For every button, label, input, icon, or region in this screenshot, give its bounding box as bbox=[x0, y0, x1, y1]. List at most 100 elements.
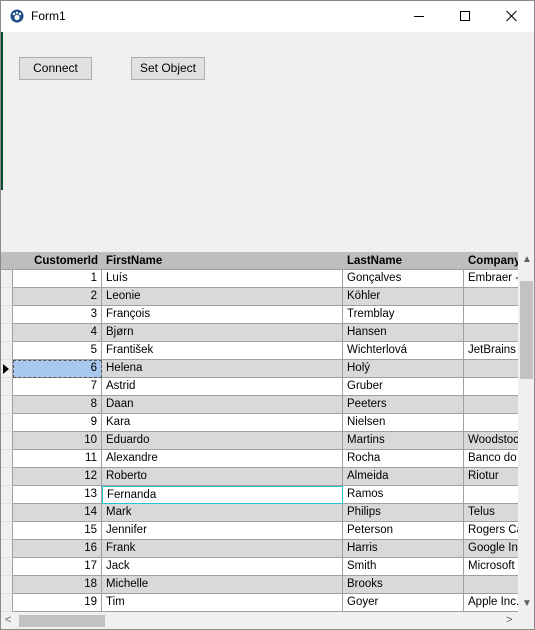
table-row[interactable]: 14 Mark Philips Telus bbox=[1, 504, 518, 522]
cell-customerid[interactable]: 9 bbox=[1, 414, 102, 432]
row-header[interactable] bbox=[1, 324, 13, 342]
row-header[interactable] bbox=[1, 594, 13, 612]
cell-company[interactable] bbox=[464, 288, 518, 306]
cell-customerid[interactable]: 12 bbox=[1, 468, 102, 486]
connect-button[interactable]: Connect bbox=[19, 57, 92, 80]
table-row[interactable]: 7 Astrid Gruber bbox=[1, 378, 518, 396]
set-object-button[interactable]: Set Object bbox=[131, 57, 205, 80]
table-row[interactable]: 16FrankHarrisGoogle Inc. bbox=[1, 540, 518, 558]
cell-customerid[interactable]: 14 bbox=[1, 504, 102, 522]
cell-lastname[interactable]: Almeida bbox=[343, 468, 464, 486]
cell-customerid[interactable]: 1 bbox=[1, 270, 102, 288]
table-row[interactable]: 19 Tim Goyer Apple Inc. bbox=[1, 594, 518, 612]
cell-firstname[interactable]: František bbox=[102, 342, 343, 360]
cell-firstname[interactable]: Michelle bbox=[102, 576, 343, 594]
cell-company[interactable] bbox=[464, 378, 518, 396]
cell-customerid[interactable]: 6 bbox=[13, 360, 102, 378]
scroll-right-icon[interactable]: > bbox=[506, 615, 512, 626]
table-row[interactable]: 13 Fernanda Ramos bbox=[1, 486, 518, 504]
cell-lastname[interactable]: Brooks bbox=[343, 576, 464, 594]
title-bar[interactable]: Form1 bbox=[1, 1, 534, 32]
cell-customerid[interactable]: 3 bbox=[1, 306, 102, 324]
cell-customerid[interactable]: 15 bbox=[1, 522, 102, 540]
row-header[interactable] bbox=[1, 306, 13, 324]
cell-firstname[interactable]: Frank bbox=[102, 540, 343, 558]
cell-firstname[interactable]: Jennifer bbox=[102, 522, 343, 540]
column-header-lastname[interactable]: LastName bbox=[343, 252, 464, 270]
cell-lastname[interactable]: Holý bbox=[343, 360, 464, 378]
cell-company[interactable]: Embraer - Empresa Brasileira bbox=[464, 270, 518, 288]
cell-customerid[interactable]: 7 bbox=[1, 378, 102, 396]
cell-company[interactable] bbox=[464, 576, 518, 594]
cell-lastname[interactable]: Ramos bbox=[343, 486, 464, 504]
table-row[interactable]: 8 Daan Peeters bbox=[1, 396, 518, 414]
cell-firstname[interactable]: Jack bbox=[102, 558, 343, 576]
cell-firstname[interactable]: Tim bbox=[102, 594, 343, 612]
table-row[interactable]: 15JenniferPetersonRogers Canada bbox=[1, 522, 518, 540]
cell-lastname[interactable]: Hansen bbox=[343, 324, 464, 342]
row-header[interactable] bbox=[1, 432, 13, 450]
cell-customerid[interactable]: 8 bbox=[1, 396, 102, 414]
cell-company[interactable]: Microsoft Corporation bbox=[464, 558, 518, 576]
cell-lastname[interactable]: Smith bbox=[343, 558, 464, 576]
row-header[interactable] bbox=[1, 414, 13, 432]
cell-company[interactable]: Riotur bbox=[464, 468, 518, 486]
cell-firstname[interactable]: Astrid bbox=[102, 378, 343, 396]
cell-customerid[interactable]: 13 bbox=[1, 486, 102, 504]
close-button[interactable] bbox=[489, 1, 534, 32]
column-header-customerid[interactable]: CustomerId bbox=[1, 252, 102, 270]
row-header[interactable] bbox=[1, 360, 13, 378]
table-row[interactable]: 3 François Tremblay bbox=[1, 306, 518, 324]
cell-lastname[interactable]: Philips bbox=[343, 504, 464, 522]
cell-firstname[interactable]: Leonie bbox=[102, 288, 343, 306]
cell-company[interactable]: Google Inc. bbox=[464, 540, 518, 558]
cell-company[interactable]: JetBrains s.r.o. bbox=[464, 342, 518, 360]
cell-customerid[interactable]: 17 bbox=[1, 558, 102, 576]
cell-firstname[interactable]: Fernanda bbox=[102, 486, 343, 504]
row-header[interactable] bbox=[1, 558, 13, 576]
table-row[interactable]: 18 Michelle Brooks bbox=[1, 576, 518, 594]
horizontal-scroll-thumb[interactable] bbox=[19, 615, 105, 627]
cell-firstname[interactable]: Eduardo bbox=[102, 432, 343, 450]
table-row[interactable]: 9 Kara Nielsen bbox=[1, 414, 518, 432]
scroll-up-icon[interactable]: ▲ bbox=[522, 255, 532, 265]
table-row[interactable]: 12 Roberto Almeida Riotur bbox=[1, 468, 518, 486]
column-header-firstname[interactable]: FirstName bbox=[102, 252, 343, 270]
row-header[interactable] bbox=[1, 378, 13, 396]
table-row[interactable]: 11AlexandreRochaBanco do Brasil S.A. bbox=[1, 450, 518, 468]
column-header-company[interactable]: Company bbox=[464, 252, 518, 270]
scroll-left-icon[interactable]: < bbox=[5, 615, 11, 626]
minimize-button[interactable] bbox=[397, 1, 443, 32]
row-header[interactable] bbox=[1, 522, 13, 540]
cell-company[interactable] bbox=[464, 414, 518, 432]
cell-company[interactable]: Banco do Brasil S.A. bbox=[464, 450, 518, 468]
cell-firstname[interactable]: Roberto bbox=[102, 468, 343, 486]
cell-company[interactable] bbox=[464, 360, 518, 378]
row-header[interactable] bbox=[1, 342, 13, 360]
customers-data-grid[interactable]: CustomerId FirstName LastName Company 1L… bbox=[1, 252, 534, 629]
row-header[interactable] bbox=[1, 504, 13, 522]
cell-company[interactable]: Telus bbox=[464, 504, 518, 522]
cell-lastname[interactable]: Wichterlová bbox=[343, 342, 464, 360]
cell-lastname[interactable]: Peeters bbox=[343, 396, 464, 414]
scroll-down-icon[interactable]: ▼ bbox=[522, 599, 532, 609]
cell-firstname[interactable]: Kara bbox=[102, 414, 343, 432]
cell-lastname[interactable]: Tremblay bbox=[343, 306, 464, 324]
cell-lastname[interactable]: Harris bbox=[343, 540, 464, 558]
cell-firstname[interactable]: Luís bbox=[102, 270, 343, 288]
cell-customerid[interactable]: 2 bbox=[1, 288, 102, 306]
cell-customerid[interactable]: 18 bbox=[1, 576, 102, 594]
cell-lastname[interactable]: Peterson bbox=[343, 522, 464, 540]
cell-customerid[interactable]: 10 bbox=[1, 432, 102, 450]
table-row[interactable]: 17JackSmithMicrosoft Corporation bbox=[1, 558, 518, 576]
cell-company[interactable]: Apple Inc. bbox=[464, 594, 518, 612]
cell-customerid[interactable]: 4 bbox=[1, 324, 102, 342]
row-header[interactable] bbox=[1, 288, 13, 306]
cell-firstname[interactable]: Bjørn bbox=[102, 324, 343, 342]
row-header[interactable] bbox=[1, 450, 13, 468]
cell-company[interactable] bbox=[464, 396, 518, 414]
vertical-scroll-thumb[interactable] bbox=[520, 281, 533, 379]
cell-company[interactable] bbox=[464, 324, 518, 342]
row-header[interactable] bbox=[1, 270, 13, 288]
horizontal-scrollbar[interactable]: < > bbox=[1, 612, 518, 629]
